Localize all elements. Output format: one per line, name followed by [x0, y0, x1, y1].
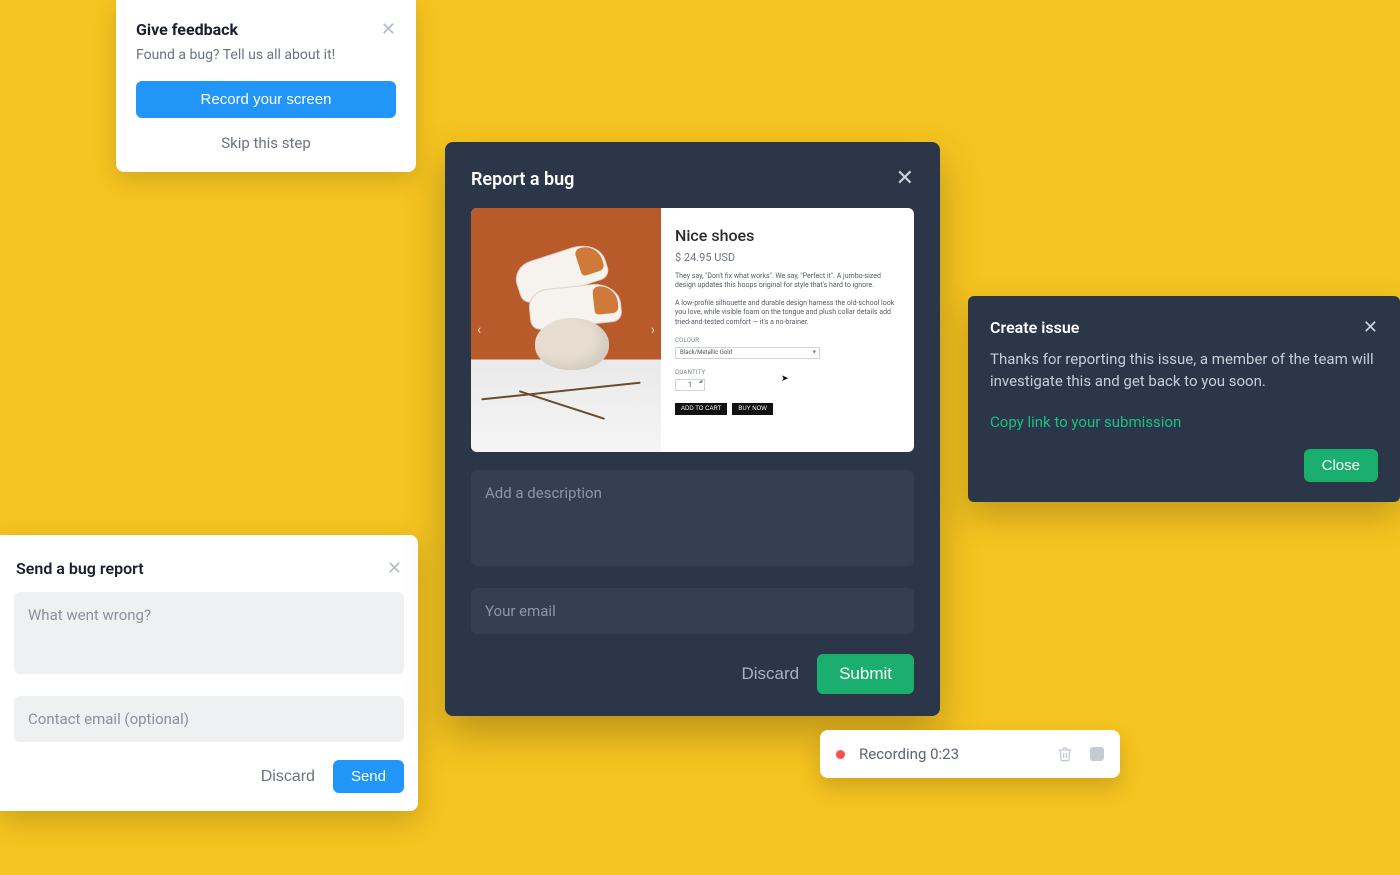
report-description-input[interactable] — [471, 470, 914, 566]
product-description: A low-profile silhouette and durable des… — [675, 299, 900, 327]
bug-report-title: Send a bug report — [16, 559, 144, 578]
close-button[interactable]: Close — [1304, 449, 1378, 482]
screenshot-product-details: Nice shoes $ 24.95 USD They say, "Don't … — [661, 208, 914, 452]
stop-icon[interactable] — [1090, 747, 1104, 761]
colour-label: COLOUR — [675, 337, 900, 344]
carousel-next-icon: › — [651, 322, 655, 338]
create-issue-body: Thanks for reporting this issue, a membe… — [990, 349, 1378, 393]
carousel-prev-icon: ‹ — [477, 322, 481, 338]
close-icon[interactable]: ✕ — [1363, 319, 1378, 337]
product-description: They say, "Don't fix what works". We say… — [675, 272, 900, 291]
colour-select: Black/Metallic Gold — [675, 347, 820, 359]
recording-label: Recording 0:23 — [859, 745, 1040, 763]
record-screen-button[interactable]: Record your screen — [136, 81, 396, 118]
add-to-cart-button: ADD TO CART — [675, 403, 727, 415]
close-icon[interactable]: ✕ — [381, 21, 396, 39]
contact-email-input[interactable] — [14, 696, 404, 742]
attached-screenshot: ‹ › Nice shoes $ 24.95 USD They say, "Do… — [471, 208, 914, 452]
product-price: $ 24.95 USD — [675, 251, 900, 264]
feedback-subtitle: Found a bug? Tell us all about it! — [136, 47, 396, 63]
product-title: Nice shoes — [675, 226, 900, 245]
feedback-title: Give feedback — [136, 20, 238, 39]
copy-submission-link[interactable]: Copy link to your submission — [990, 413, 1181, 431]
quantity-input: 1 — [675, 379, 705, 391]
report-bug-title: Report a bug — [471, 169, 574, 190]
discard-button[interactable]: Discard — [261, 768, 315, 786]
create-issue-toast: Create issue ✕ Thanks for reporting this… — [968, 296, 1400, 502]
close-icon[interactable]: ✕ — [387, 560, 402, 578]
screenshot-product-image: ‹ › — [471, 208, 661, 452]
recording-bar: Recording 0:23 — [820, 730, 1120, 778]
trash-icon[interactable] — [1054, 743, 1076, 765]
report-email-input[interactable] — [471, 588, 914, 634]
close-icon[interactable]: ✕ — [896, 168, 914, 190]
recording-indicator-icon — [836, 750, 845, 759]
discard-button[interactable]: Discard — [741, 664, 799, 684]
buy-now-button: BUY NOW — [732, 403, 773, 415]
give-feedback-card: Give feedback ✕ Found a bug? Tell us all… — [116, 0, 416, 172]
decor-twig — [481, 382, 640, 400]
skip-step-link[interactable]: Skip this step — [136, 134, 396, 152]
decor-twig — [519, 390, 605, 419]
send-bug-report-card: Send a bug report ✕ Discard Send — [0, 535, 418, 811]
send-button[interactable]: Send — [333, 760, 404, 793]
report-bug-modal: Report a bug ✕ ‹ › Nice shoes $ 24.95 US… — [445, 142, 940, 716]
submit-button[interactable]: Submit — [817, 654, 914, 694]
bug-description-input[interactable] — [14, 592, 404, 674]
cursor-icon: ➤ — [781, 374, 789, 384]
create-issue-title: Create issue — [990, 318, 1079, 337]
